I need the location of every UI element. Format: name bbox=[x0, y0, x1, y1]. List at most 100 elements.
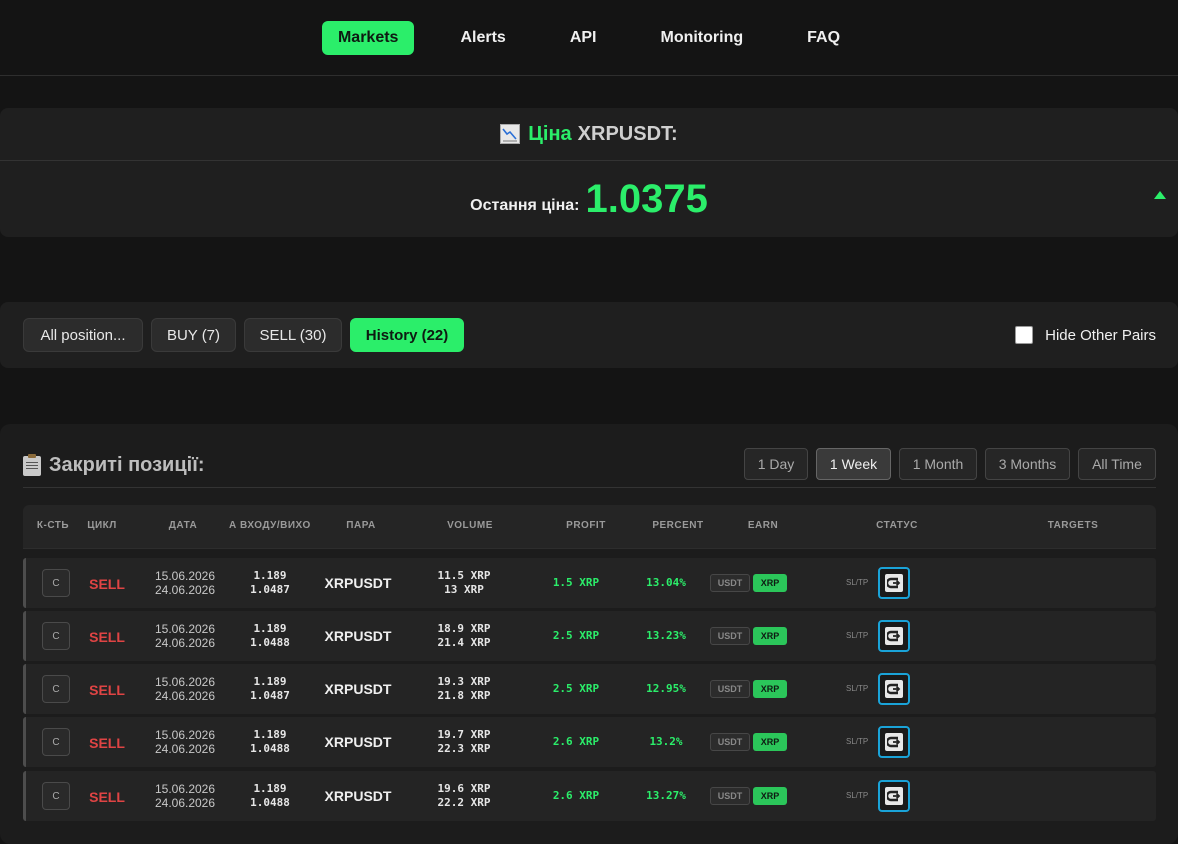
filter-buy[interactable]: BUY (7) bbox=[151, 318, 236, 352]
entry-price: 1.189 bbox=[253, 622, 287, 635]
entry-exit-cell: 1.189 1.0488 bbox=[238, 728, 302, 756]
volume-cell: 19.3 XRP 21.8 XRP bbox=[424, 675, 504, 703]
filter-all-positions[interactable]: All position... bbox=[23, 318, 143, 352]
earn-usdt-toggle[interactable]: USDT bbox=[710, 680, 750, 698]
close-qty-button[interactable]: C bbox=[42, 782, 70, 810]
volume-cell: 11.5 XRP 13 XRP bbox=[424, 569, 504, 597]
date-close: 24.06.2026 bbox=[154, 796, 216, 810]
nav-api[interactable]: API bbox=[554, 21, 613, 55]
range-1-day[interactable]: 1 Day bbox=[744, 448, 808, 480]
date-open: 15.06.2026 bbox=[154, 675, 216, 689]
earn-usdt-toggle[interactable]: USDT bbox=[710, 787, 750, 805]
exit-icon bbox=[885, 787, 903, 805]
date-open: 15.06.2026 bbox=[154, 622, 216, 636]
hide-other-pairs[interactable]: Hide Other Pairs bbox=[1015, 326, 1156, 344]
volume-close: 22.2 XRP bbox=[437, 796, 491, 809]
exit-price: 1.0488 bbox=[250, 742, 290, 755]
col-pair: ПАРА bbox=[346, 520, 376, 531]
col-earn: EARN bbox=[747, 520, 779, 531]
volume-close: 13 XRP bbox=[444, 583, 484, 596]
last-price-row: Остання ціна: 1.0375 bbox=[0, 161, 1178, 237]
volume-open: 18.9 XRP bbox=[437, 622, 491, 635]
status-label: SL/TP bbox=[846, 578, 869, 587]
exit-price: 1.0488 bbox=[250, 796, 290, 809]
filter-history[interactable]: History (22) bbox=[350, 318, 464, 352]
date-close: 24.06.2026 bbox=[154, 583, 216, 597]
status-label: SL/TP bbox=[846, 684, 869, 693]
price-title: Ціна XRPUSDT: bbox=[0, 108, 1178, 161]
table-header: К-СТЬ ЦИКЛ ДАТА А ВХОДУ/ВИХО ПАРА VOLUME… bbox=[23, 505, 1156, 549]
dates-cell: 15.06.2026 24.06.2026 bbox=[150, 728, 220, 756]
exit-icon bbox=[885, 733, 903, 751]
percent-cell: 13.04% bbox=[646, 576, 686, 589]
earn-usdt-toggle[interactable]: USDT bbox=[710, 627, 750, 645]
dates-cell: 15.06.2026 24.06.2026 bbox=[150, 569, 220, 597]
exit-icon bbox=[885, 680, 903, 698]
last-price-label: Остання ціна: bbox=[470, 197, 580, 214]
entry-price: 1.189 bbox=[253, 569, 287, 582]
exit-price: 1.0488 bbox=[250, 636, 290, 649]
percent-cell: 12.95% bbox=[646, 682, 686, 695]
earn-xrp-toggle[interactable]: XRP bbox=[753, 627, 787, 645]
close-qty-button[interactable]: C bbox=[42, 728, 70, 756]
entry-exit-cell: 1.189 1.0488 bbox=[238, 622, 302, 650]
range-1-week[interactable]: 1 Week bbox=[816, 448, 891, 480]
price-label: Ціна bbox=[528, 122, 572, 145]
percent-cell: 13.27% bbox=[646, 789, 686, 802]
nav-monitoring[interactable]: Monitoring bbox=[644, 21, 759, 55]
price-symbol: XRPUSDT: bbox=[577, 122, 678, 145]
earn-xrp-toggle[interactable]: XRP bbox=[753, 680, 787, 698]
last-price-value: 1.0375 bbox=[585, 176, 708, 221]
close-qty-button[interactable]: C bbox=[42, 622, 70, 650]
status-label: SL/TP bbox=[846, 737, 869, 746]
exit-price: 1.0487 bbox=[250, 689, 290, 702]
volume-cell: 18.9 XRP 21.4 XRP bbox=[424, 622, 504, 650]
earn-usdt-toggle[interactable]: USDT bbox=[710, 733, 750, 751]
nav-faq[interactable]: FAQ bbox=[791, 21, 856, 55]
nav-alerts[interactable]: Alerts bbox=[444, 21, 521, 55]
col-targets: TARGETS bbox=[1047, 520, 1099, 531]
close-qty-button[interactable]: C bbox=[42, 569, 70, 597]
status-button[interactable] bbox=[878, 567, 910, 599]
status-button[interactable] bbox=[878, 673, 910, 705]
date-open: 15.06.2026 bbox=[154, 728, 216, 742]
earn-xrp-toggle[interactable]: XRP bbox=[753, 733, 787, 751]
nav-markets[interactable]: Markets bbox=[321, 20, 415, 55]
dates-cell: 15.06.2026 24.06.2026 bbox=[150, 622, 220, 650]
closed-positions-panel: Закриті позиції: 1 Day 1 Week 1 Month 3 … bbox=[0, 424, 1178, 844]
entry-price: 1.189 bbox=[253, 728, 287, 741]
cycle-side: SELL bbox=[89, 629, 125, 645]
volume-open: 19.6 XRP bbox=[437, 782, 491, 795]
range-all-time[interactable]: All Time bbox=[1078, 448, 1156, 480]
profit-cell: 1.5 XRP bbox=[552, 576, 600, 589]
hide-other-pairs-checkbox[interactable] bbox=[1015, 326, 1034, 344]
price-card: Ціна XRPUSDT: Остання ціна: 1.0375 bbox=[0, 108, 1178, 237]
dates-cell: 15.06.2026 24.06.2026 bbox=[150, 782, 220, 810]
earn-xrp-toggle[interactable]: XRP bbox=[753, 574, 787, 592]
chart-decreasing-icon bbox=[500, 124, 521, 144]
status-button[interactable] bbox=[878, 780, 910, 812]
volume-open: 11.5 XRP bbox=[437, 569, 491, 582]
col-profit: PROFIT bbox=[566, 520, 606, 531]
earn-xrp-toggle[interactable]: XRP bbox=[753, 787, 787, 805]
col-cycle: ЦИКЛ bbox=[87, 520, 117, 531]
range-3-months[interactable]: 3 Months bbox=[985, 448, 1070, 480]
cycle-side: SELL bbox=[89, 735, 125, 751]
profit-cell: 2.6 XRP bbox=[552, 735, 600, 748]
table-row: C SELL 15.06.2026 24.06.2026 1.189 1.0488 XRPU… bbox=[23, 611, 1156, 661]
date-open: 15.06.2026 bbox=[154, 569, 216, 583]
status-button[interactable] bbox=[878, 726, 910, 758]
earn-usdt-toggle[interactable]: USDT bbox=[710, 574, 750, 592]
trend-up-icon bbox=[1154, 191, 1166, 199]
filter-sell[interactable]: SELL (30) bbox=[244, 318, 342, 352]
col-qty: К-СТЬ bbox=[36, 520, 70, 531]
close-qty-button[interactable]: C bbox=[42, 675, 70, 703]
pair-cell: XRPUSDT bbox=[324, 628, 392, 644]
col-entry-exit: А ВХОДУ/ВИХО bbox=[229, 520, 311, 531]
title-divider bbox=[23, 487, 1156, 488]
pair-cell: XRPUSDT bbox=[324, 734, 392, 750]
col-percent: PERCENT bbox=[652, 520, 704, 531]
closed-positions-title: Закриті позиції: bbox=[23, 453, 205, 477]
status-button[interactable] bbox=[878, 620, 910, 652]
range-1-month[interactable]: 1 Month bbox=[899, 448, 977, 480]
